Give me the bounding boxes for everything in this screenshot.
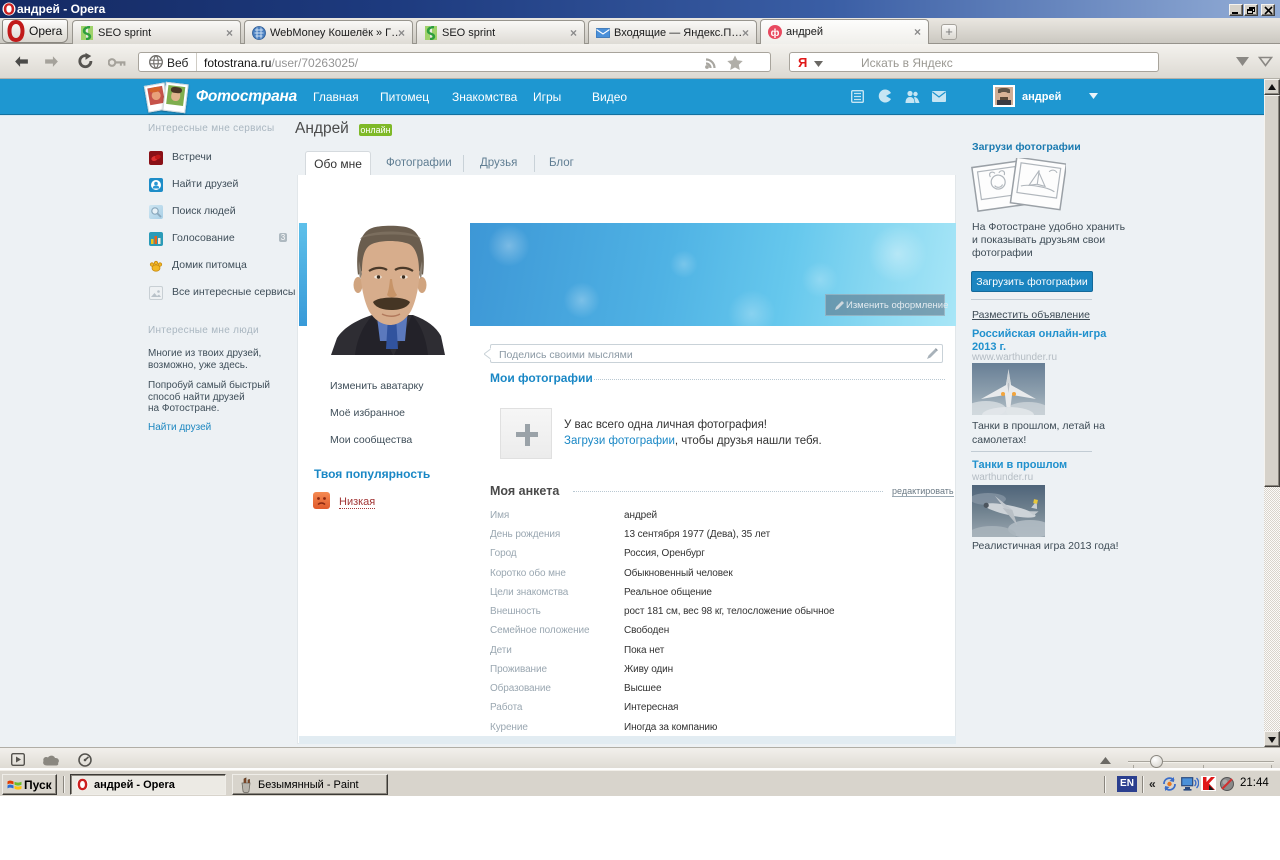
svg-text:ф: ф: [771, 27, 780, 39]
